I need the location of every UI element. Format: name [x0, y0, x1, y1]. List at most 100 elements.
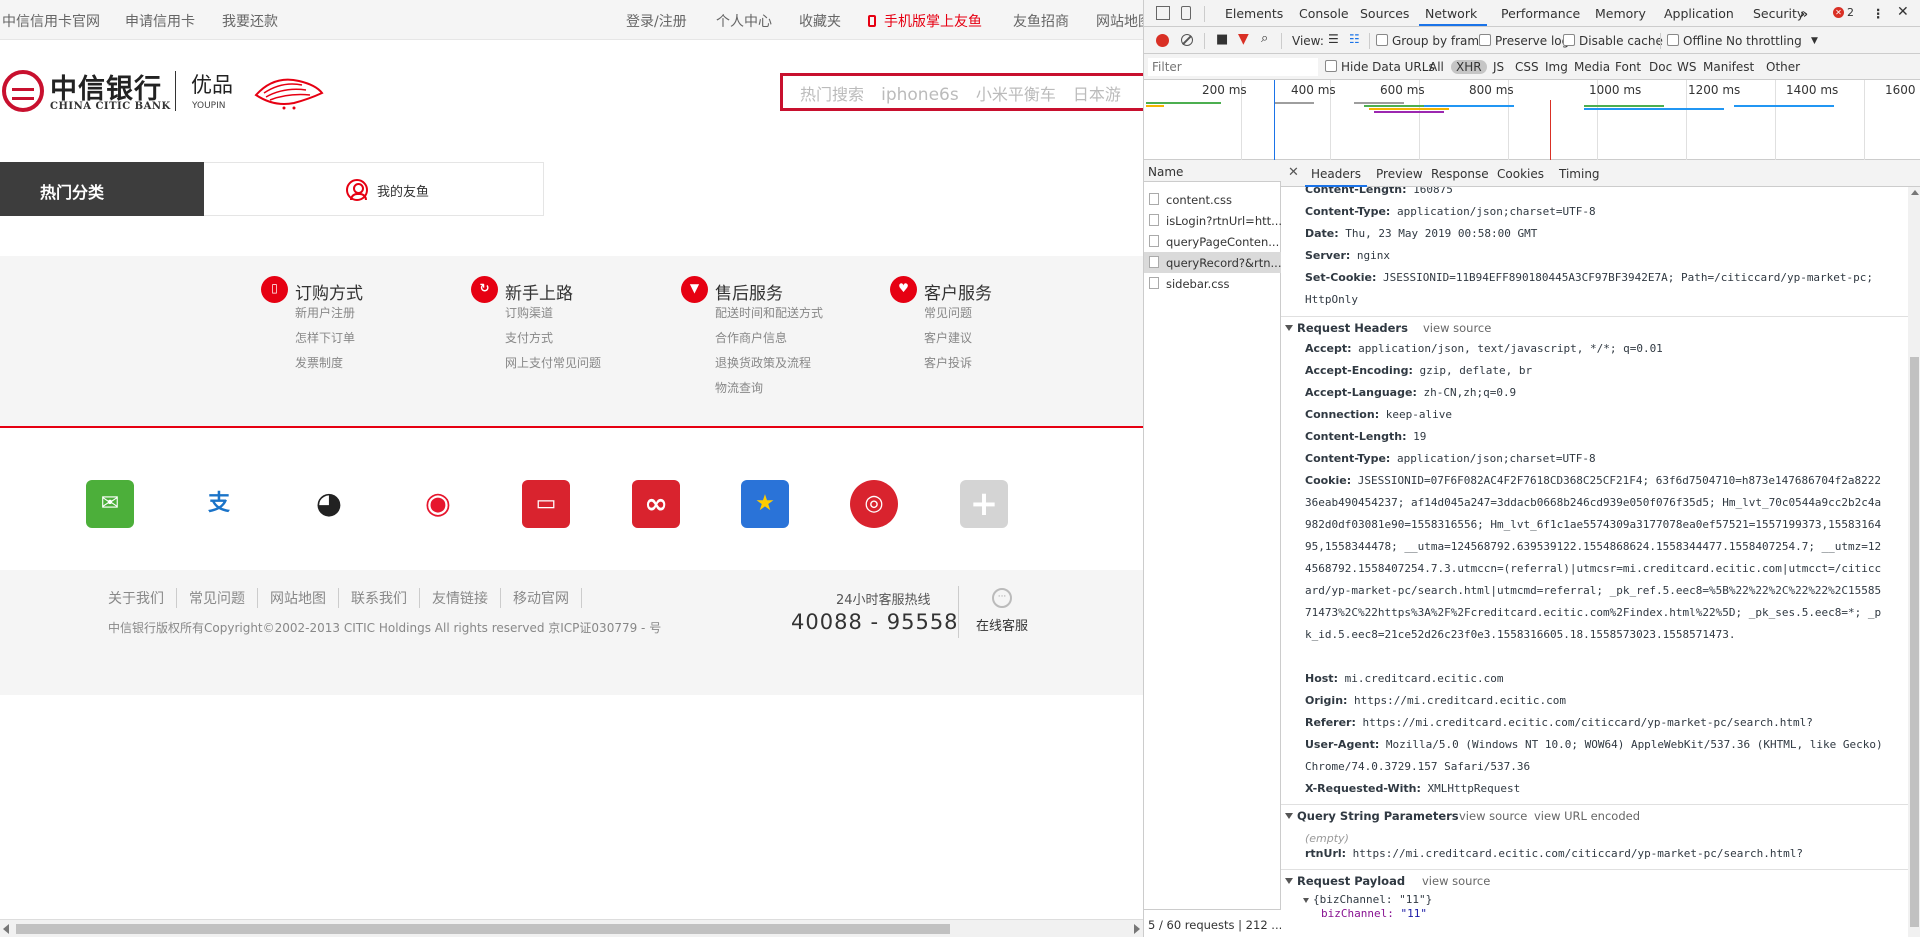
link-personal-center[interactable]: 个人中心 [716, 11, 772, 31]
hide-data-urls-checkbox[interactable] [1325, 60, 1337, 72]
device-toggle-icon[interactable] [1181, 6, 1191, 20]
record-icon[interactable] [1156, 34, 1169, 47]
scroll-up-icon[interactable] [1911, 190, 1919, 195]
search-icon[interactable]: ⌕ [1261, 31, 1268, 46]
disable-cache-checkbox[interactable] [1563, 34, 1575, 46]
plus-icon[interactable]: + [960, 480, 1008, 528]
help-link[interactable]: 订购渠道 [505, 305, 601, 330]
filter-input[interactable] [1148, 58, 1318, 76]
footer-link[interactable]: 友情链接 [420, 588, 501, 608]
view-source-link[interactable]: view source [1422, 874, 1490, 888]
group-by-frame-checkbox[interactable] [1376, 34, 1388, 46]
chat-icon[interactable]: ··· [992, 588, 1012, 608]
filter-img[interactable]: Img [1545, 60, 1568, 74]
request-row-selected[interactable]: queryRecord?&rtn... [1144, 252, 1281, 273]
offline-checkbox[interactable] [1667, 34, 1679, 46]
link-merchant-recruit[interactable]: 友鱼招商 [1013, 11, 1069, 31]
scrollbar-thumb[interactable] [1910, 357, 1919, 927]
waterfall-view-icon[interactable]: ☷ [1349, 32, 1360, 46]
help-link[interactable]: 物流查询 [715, 380, 823, 405]
qq-icon[interactable]: ◕ [305, 480, 353, 528]
footer-link[interactable]: 移动官网 [501, 588, 582, 608]
tab-memory[interactable]: Memory [1595, 6, 1646, 21]
hot-search-item[interactable]: 小米平衡车 [976, 85, 1056, 104]
citic-logo-icon[interactable] [2, 70, 44, 112]
help-link[interactable]: 新用户注册 [295, 305, 355, 330]
help-link[interactable]: 配送时间和配送方式 [715, 305, 823, 330]
help-link[interactable]: 支付方式 [505, 330, 601, 355]
filter-all[interactable]: All [1429, 60, 1444, 74]
footer-link[interactable]: 联系我们 [339, 588, 420, 608]
clear-icon[interactable] [1181, 34, 1193, 46]
help-link[interactable]: 客户投诉 [924, 355, 972, 380]
link-citic-card-official[interactable]: 中信信用卡官网 [2, 11, 100, 31]
filter-manifest[interactable]: Manifest [1703, 60, 1754, 74]
footer-link[interactable]: 关于我们 [108, 588, 177, 608]
card-icon[interactable]: ▭ [522, 480, 570, 528]
scrollbar-thumb[interactable] [16, 924, 950, 934]
link-repay[interactable]: 我要还款 [222, 11, 278, 31]
footer-link[interactable]: 网站地图 [258, 588, 339, 608]
network-overview[interactable]: 200 ms 400 ms 600 ms 800 ms 1000 ms 1200… [1144, 80, 1920, 160]
preserve-log-checkbox[interactable] [1479, 34, 1491, 46]
filter-other[interactable]: Other [1766, 60, 1800, 74]
tab-security[interactable]: Security [1753, 6, 1804, 21]
tab-console[interactable]: Console [1299, 6, 1349, 21]
filter-icon[interactable]: ▼ [1238, 31, 1249, 47]
tab-sources[interactable]: Sources [1360, 6, 1409, 21]
help-link[interactable]: 常见问题 [924, 305, 972, 330]
link-sitemap[interactable]: 网站地图 [1096, 11, 1143, 31]
error-icon[interactable]: ✕ [1833, 7, 1844, 18]
star-icon[interactable]: ★ [741, 480, 789, 528]
error-count[interactable]: 2 [1847, 6, 1854, 19]
request-row[interactable]: sidebar.css [1144, 273, 1281, 294]
tab-preview[interactable]: Preview [1376, 167, 1423, 181]
close-icon[interactable]: ✕ [1897, 4, 1909, 20]
filter-font[interactable]: Font [1615, 60, 1641, 74]
tab-performance[interactable]: Performance [1501, 6, 1580, 21]
vertical-scrollbar[interactable] [1908, 187, 1920, 937]
hot-search-item[interactable]: iphone6s [881, 85, 959, 105]
request-row[interactable]: queryPageConten... [1144, 231, 1281, 252]
filter-xhr[interactable]: XHR [1451, 60, 1487, 74]
weibo-icon[interactable]: ◉ [414, 480, 462, 528]
help-link[interactable]: 客户建议 [924, 330, 972, 355]
request-row[interactable]: isLogin?rtnUrl=htt... [1144, 210, 1281, 231]
help-link[interactable]: 合作商户信息 [715, 330, 823, 355]
inspect-icon[interactable] [1156, 6, 1170, 20]
scroll-right-icon[interactable] [1134, 924, 1140, 934]
throttling-select[interactable]: No throttling [1726, 34, 1802, 48]
tab-application[interactable]: Application [1664, 6, 1734, 21]
filter-css[interactable]: CSS [1515, 60, 1539, 74]
tab-response[interactable]: Response [1431, 167, 1489, 181]
filter-js[interactable]: JS [1493, 60, 1504, 74]
tab-headers[interactable]: Headers [1311, 167, 1361, 181]
infinity-icon[interactable]: ∞ [632, 480, 680, 528]
camera-icon[interactable]: ■ [1216, 32, 1228, 47]
link-favorites[interactable]: 收藏夹 [799, 11, 841, 31]
my-fish-button[interactable]: 我的友鱼 [204, 162, 544, 216]
link-mobile-version[interactable]: 手机版掌上友鱼 [868, 11, 982, 31]
query-string-section[interactable]: Query String Parameters [1285, 809, 1459, 823]
tab-timing[interactable]: Timing [1559, 167, 1600, 181]
wechat-icon[interactable]: ✉ [86, 480, 134, 528]
list-view-icon[interactable]: ☰ [1328, 32, 1339, 46]
view-source-link[interactable]: view source [1459, 809, 1527, 823]
help-link[interactable]: 发票制度 [295, 355, 355, 380]
menu-icon[interactable]: ⋮ [1872, 6, 1885, 21]
request-row[interactable]: content.css [1144, 189, 1281, 210]
more-tabs-icon[interactable]: » [1800, 6, 1808, 21]
online-service-link[interactable]: 在线客服 [976, 615, 1028, 634]
tab-network[interactable]: Network [1425, 6, 1477, 21]
link-login-register[interactable]: 登录/注册 [626, 11, 687, 31]
filter-ws[interactable]: WS [1677, 60, 1696, 74]
horizontal-scrollbar[interactable] [0, 919, 1143, 937]
request-headers-section[interactable]: Request Headers [1285, 321, 1408, 335]
name-column-header[interactable]: Name [1144, 160, 1281, 182]
request-payload-section[interactable]: Request Payload [1285, 874, 1405, 888]
hot-search-item[interactable]: 日本游 [1073, 85, 1121, 104]
help-link[interactable]: 怎样下订单 [295, 330, 355, 355]
tab-elements[interactable]: Elements [1225, 6, 1283, 21]
view-url-encoded-link[interactable]: view URL encoded [1534, 809, 1640, 823]
citic-icon[interactable]: ◎ [850, 480, 898, 528]
